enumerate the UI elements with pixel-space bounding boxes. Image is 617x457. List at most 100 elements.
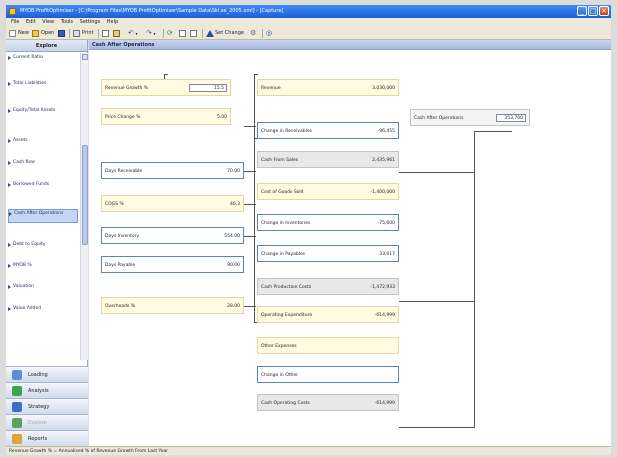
revenue-growth-input[interactable]: 15.5 — [189, 84, 227, 92]
other-expenses-box: Other Expenses — [257, 337, 399, 354]
chevron-down-icon: ▾ — [153, 31, 156, 36]
menu-settings[interactable]: Settings — [80, 18, 101, 27]
undo-icon: ↶ — [128, 29, 134, 37]
close-icon[interactable]: × — [599, 6, 609, 16]
cogs-value[interactable]: 46.3 — [230, 202, 240, 207]
refresh-button[interactable]: ⟳ — [167, 29, 173, 38]
sidebar-item-myob-percent[interactable]: MYOB % — [8, 263, 78, 271]
price-change-value[interactable]: 5.00 — [217, 115, 227, 120]
minimize-icon[interactable]: _ — [577, 6, 587, 16]
options-button[interactable]: ⚙ — [250, 29, 256, 38]
days-inventory-value[interactable]: 554.00 — [224, 234, 240, 239]
page-title: Cash After Operations — [89, 40, 611, 50]
redo-button[interactable]: ↷ ▾ — [146, 29, 155, 38]
nav-explore-button[interactable]: Explore — [6, 414, 88, 430]
sidebar-item-current-ratio[interactable]: Current Ratio — [8, 55, 78, 63]
menu-file[interactable]: File — [11, 18, 19, 27]
chevron-right-icon — [8, 109, 11, 113]
change-payables-box: Change in Payables 33,017 — [257, 245, 399, 262]
analysis-icon — [12, 386, 22, 396]
days-receivable-value[interactable]: 70.00 — [227, 169, 240, 174]
sidebar-item-valuation[interactable]: Valuation — [8, 284, 78, 292]
cash-production-costs-box: Cash Production Costs -1,472,933 — [257, 278, 399, 295]
sidebar-header: Explore — [6, 40, 87, 52]
paste-button[interactable] — [113, 29, 120, 38]
save-button[interactable] — [58, 29, 65, 38]
undo-button[interactable]: ↶ ▾ — [128, 29, 137, 38]
status-bar: Revenue Growth % = Annualised % of Reven… — [6, 446, 611, 455]
sidebar-scrollbar[interactable] — [80, 53, 88, 360]
days-payable-box: Days Payable 90.00 — [101, 256, 244, 273]
toolbar-separator — [262, 29, 263, 38]
sidebar-list: Current Ratio Total Liabilities Equity/T… — [6, 53, 80, 360]
menu-edit[interactable]: Edit — [26, 18, 36, 27]
days-payable-value[interactable]: 90.00 — [227, 263, 240, 268]
menu-help[interactable]: Help — [107, 18, 118, 27]
chevron-right-icon — [9, 212, 12, 216]
help-button[interactable]: ◎ — [266, 29, 272, 38]
open-button[interactable]: Open — [32, 29, 54, 38]
sidebar-item-cash-after-operations[interactable]: Cash After Operations — [8, 209, 78, 223]
nav-loading-button[interactable]: Loading — [6, 366, 88, 382]
sidebar-item-cash-flow[interactable]: Cash flow — [8, 160, 78, 168]
chevron-down-icon: ▾ — [135, 31, 138, 36]
overheads-value[interactable]: 28.00 — [227, 304, 240, 309]
scroll-up-icon[interactable] — [82, 54, 88, 60]
nav-analysis-button[interactable]: Analysis — [6, 382, 88, 398]
connector-line — [164, 74, 168, 75]
paste-icon — [113, 30, 120, 37]
window-icon — [190, 30, 197, 37]
grid-button[interactable] — [179, 29, 186, 38]
connector-line — [254, 74, 258, 75]
window-button[interactable] — [190, 29, 197, 38]
chevron-right-icon — [8, 82, 11, 86]
chevron-right-icon — [8, 161, 11, 165]
sidebar-item-debt-to-equity[interactable]: Debt to Equity — [8, 242, 78, 250]
maximize-icon[interactable]: □ — [588, 6, 598, 16]
copy-button[interactable] — [102, 29, 109, 38]
operating-expenditure-box: Operating Expenditure -614,999 — [257, 306, 399, 323]
chevron-right-icon — [8, 183, 11, 187]
scrollbar-thumb[interactable] — [82, 145, 88, 245]
connector-line — [474, 131, 475, 428]
menu-view[interactable]: View — [42, 18, 54, 27]
cost-goods-sold-box: Cost of Goods Sold -1,400,000 — [257, 183, 399, 200]
sidebar-item-value-added[interactable]: Value Added — [8, 306, 78, 314]
sidebar-item-total-liabilities[interactable]: Total Liabilities — [8, 81, 78, 93]
revenue-growth-box: Revenue Growth % 15.5 — [101, 79, 231, 96]
new-document-icon — [9, 30, 16, 37]
toolbar: New Open Print ↶ ▾ ↷ ▾ ⟳ Set Change ⚙ ◎ — [6, 27, 611, 40]
chevron-right-icon — [8, 264, 11, 268]
nav-reports-button[interactable]: Reports — [6, 430, 88, 446]
cash-after-operations-value: 353,760 — [496, 114, 526, 122]
cash-operating-costs-box: Cash Operating Costs -614,999 — [257, 394, 399, 411]
price-change-box: Price Change % 5.00 — [101, 108, 231, 125]
chevron-right-icon — [8, 56, 11, 60]
connector-line — [254, 74, 255, 322]
gear-icon: ⚙ — [250, 29, 257, 37]
help-icon: ◎ — [266, 29, 273, 37]
toolbar-separator — [69, 29, 70, 38]
explore-icon — [12, 418, 22, 428]
menu-bar: File Edit View Tools Settings Help — [6, 18, 611, 27]
title-bar[interactable]: MYOB ProfitOptimiser - [C:\Program Files… — [6, 5, 611, 18]
cash-from-sales-box: Cash From Sales 2,435,961 — [257, 151, 399, 168]
window-title: MYOB ProfitOptimiser - [C:\Program Files… — [20, 8, 284, 14]
sidebar-item-equity-total-assets[interactable]: Equity/Total Assets — [8, 108, 78, 120]
set-change-button[interactable]: Set Change — [206, 29, 244, 38]
new-button[interactable]: New — [9, 29, 29, 38]
sidebar-item-assets[interactable]: Assets — [8, 138, 78, 146]
cash-after-operations-box: Cash After Operations 353,760 — [410, 109, 530, 126]
sidebar-item-borrowed-funds[interactable]: Borrowed Funds — [8, 182, 78, 194]
explore-sidebar: Explore Current Ratio Total Liabilities … — [6, 40, 88, 446]
print-button[interactable]: Print — [73, 29, 94, 38]
days-inventory-box: Days Inventory 554.00 — [101, 227, 244, 244]
menu-tools[interactable]: Tools — [61, 18, 73, 27]
redo-icon: ↷ — [146, 29, 152, 37]
connector-line — [399, 301, 474, 302]
nav-strategy-button[interactable]: Strategy — [6, 398, 88, 414]
app-icon — [9, 8, 16, 15]
cash-flow-diagram: Revenue Growth % 15.5 Price Change % 5.0… — [89, 51, 611, 446]
triangle-icon — [206, 30, 214, 37]
reports-icon — [12, 434, 22, 444]
